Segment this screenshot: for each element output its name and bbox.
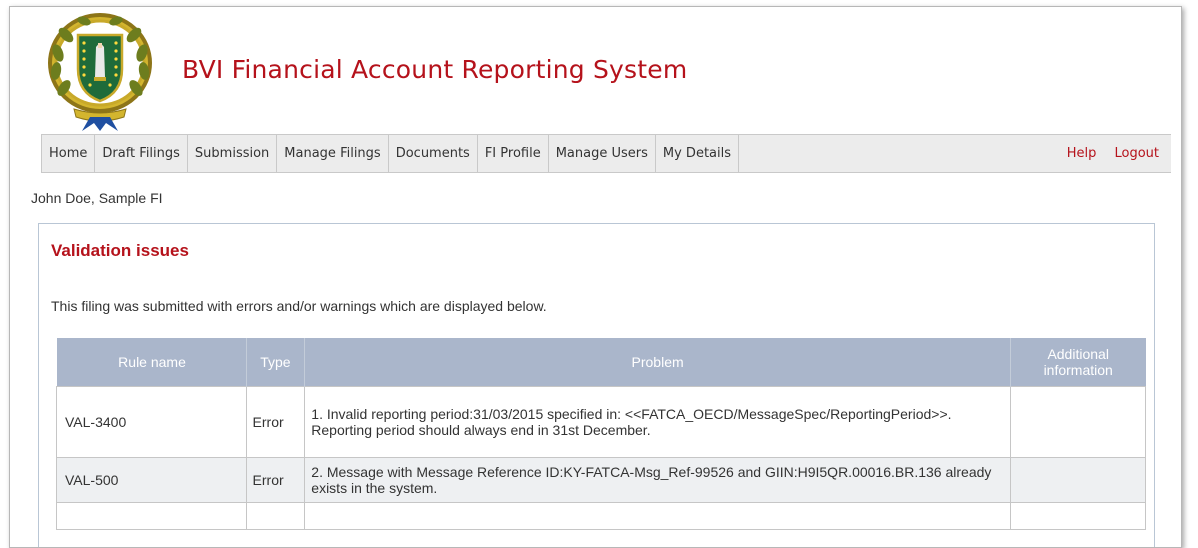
nav-item-my-details[interactable]: My Details: [656, 135, 740, 172]
additional-information-cell: [1009, 386, 1147, 458]
problem-cell: 2. Message with Message Reference ID:KY-…: [304, 457, 1011, 503]
panel-description: This filing was submitted with errors an…: [51, 298, 547, 314]
table-header-row: Rule name Type Problem Additional inform…: [56, 338, 1146, 387]
panel-title: Validation issues: [51, 241, 189, 260]
header: BVI Financial Account Reporting System: [10, 7, 1181, 133]
nav-item-home[interactable]: Home: [41, 135, 96, 172]
problem-cell: [304, 502, 1011, 530]
validation-issues-panel: Validation issues This filing was submit…: [38, 223, 1155, 547]
site-title: BVI Financial Account Reporting System: [182, 55, 688, 84]
additional-information-cell: [1009, 457, 1147, 503]
rule-name-cell: VAL-3400: [56, 386, 247, 458]
nav-item-fi-profile[interactable]: FI Profile: [478, 135, 549, 172]
table-row: VAL-500 Error 2. Message with Message Re…: [56, 457, 1147, 503]
type-cell: Error: [245, 386, 306, 458]
nav-item-submission[interactable]: Submission: [188, 135, 278, 172]
table-row: VAL-3400 Error 1. Invalid reporting peri…: [56, 386, 1147, 458]
type-cell: Error: [245, 457, 306, 503]
nav-item-manage-filings[interactable]: Manage Filings: [277, 135, 389, 172]
nav-item-documents[interactable]: Documents: [389, 135, 478, 172]
help-link[interactable]: Help: [1067, 146, 1097, 161]
validation-issues-table: Rule name Type Problem Additional inform…: [56, 338, 1147, 530]
type-cell: [245, 502, 306, 530]
rule-name-cell: [56, 502, 247, 530]
bvi-coat-of-arms-logo: [44, 13, 156, 133]
page-frame: BVI Financial Account Reporting System H…: [9, 6, 1182, 548]
rule-name-cell: VAL-500: [56, 457, 247, 503]
current-user-label: John Doe, Sample FI: [31, 190, 163, 206]
column-header-rule-name: Rule name: [56, 338, 247, 387]
additional-information-cell: [1009, 502, 1147, 530]
column-header-type: Type: [246, 338, 306, 387]
nav-menu: Home Draft Filings Submission Manage Fil…: [41, 135, 740, 172]
logout-link[interactable]: Logout: [1114, 146, 1159, 161]
main-navigation: Home Draft Filings Submission Manage Fil…: [41, 134, 1171, 173]
nav-item-draft-filings[interactable]: Draft Filings: [95, 135, 188, 172]
nav-item-manage-users[interactable]: Manage Users: [549, 135, 656, 172]
table-row: [56, 502, 1147, 530]
nav-right-links: Help Logout: [1053, 135, 1159, 172]
column-header-problem: Problem: [304, 338, 1011, 387]
column-header-additional-information: Additional information: [1010, 338, 1146, 387]
problem-cell: 1. Invalid reporting period:31/03/2015 s…: [304, 386, 1011, 458]
